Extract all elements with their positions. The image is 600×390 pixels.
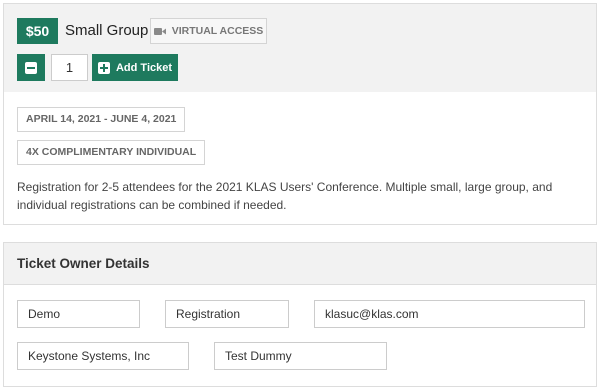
decrease-quantity-button[interactable]	[17, 54, 45, 81]
add-ticket-button[interactable]: Add Ticket	[92, 54, 178, 81]
last-name-field[interactable]	[165, 300, 289, 328]
virtual-access-badge: VIRTUAL ACCESS	[150, 18, 267, 44]
ticket-owner-header: Ticket Owner Details	[4, 243, 596, 285]
date-range-badge: APRIL 14, 2021 - JUNE 4, 2021	[17, 107, 186, 132]
email-field[interactable]	[314, 300, 585, 328]
quantity-input[interactable]	[51, 54, 88, 81]
company-field[interactable]	[17, 342, 189, 370]
attendee-name-field[interactable]	[214, 342, 387, 370]
minus-icon	[25, 61, 37, 74]
virtual-access-label: VIRTUAL ACCESS	[171, 25, 264, 37]
ticket-card: $50 Small Group VIRTUAL ACCESS Add Ticke…	[3, 3, 597, 225]
ticket-owner-card: Ticket Owner Details	[3, 242, 597, 387]
ticket-header: $50 Small Group VIRTUAL ACCESS Add Ticke…	[4, 4, 596, 92]
ticket-owner-title: Ticket Owner Details	[17, 256, 150, 271]
add-ticket-label: Add Ticket	[115, 61, 173, 74]
video-camera-icon	[153, 27, 166, 36]
ticket-description: Registration for 2-5 attendees for the 2…	[17, 180, 553, 212]
ticket-name: Small Group	[65, 22, 149, 39]
first-name-field[interactable]	[17, 300, 140, 328]
complimentary-badge: 4X COMPLIMENTARY INDIVIDUAL	[17, 140, 206, 165]
plus-icon	[97, 61, 110, 74]
ticket-price-badge: $50	[17, 18, 58, 44]
